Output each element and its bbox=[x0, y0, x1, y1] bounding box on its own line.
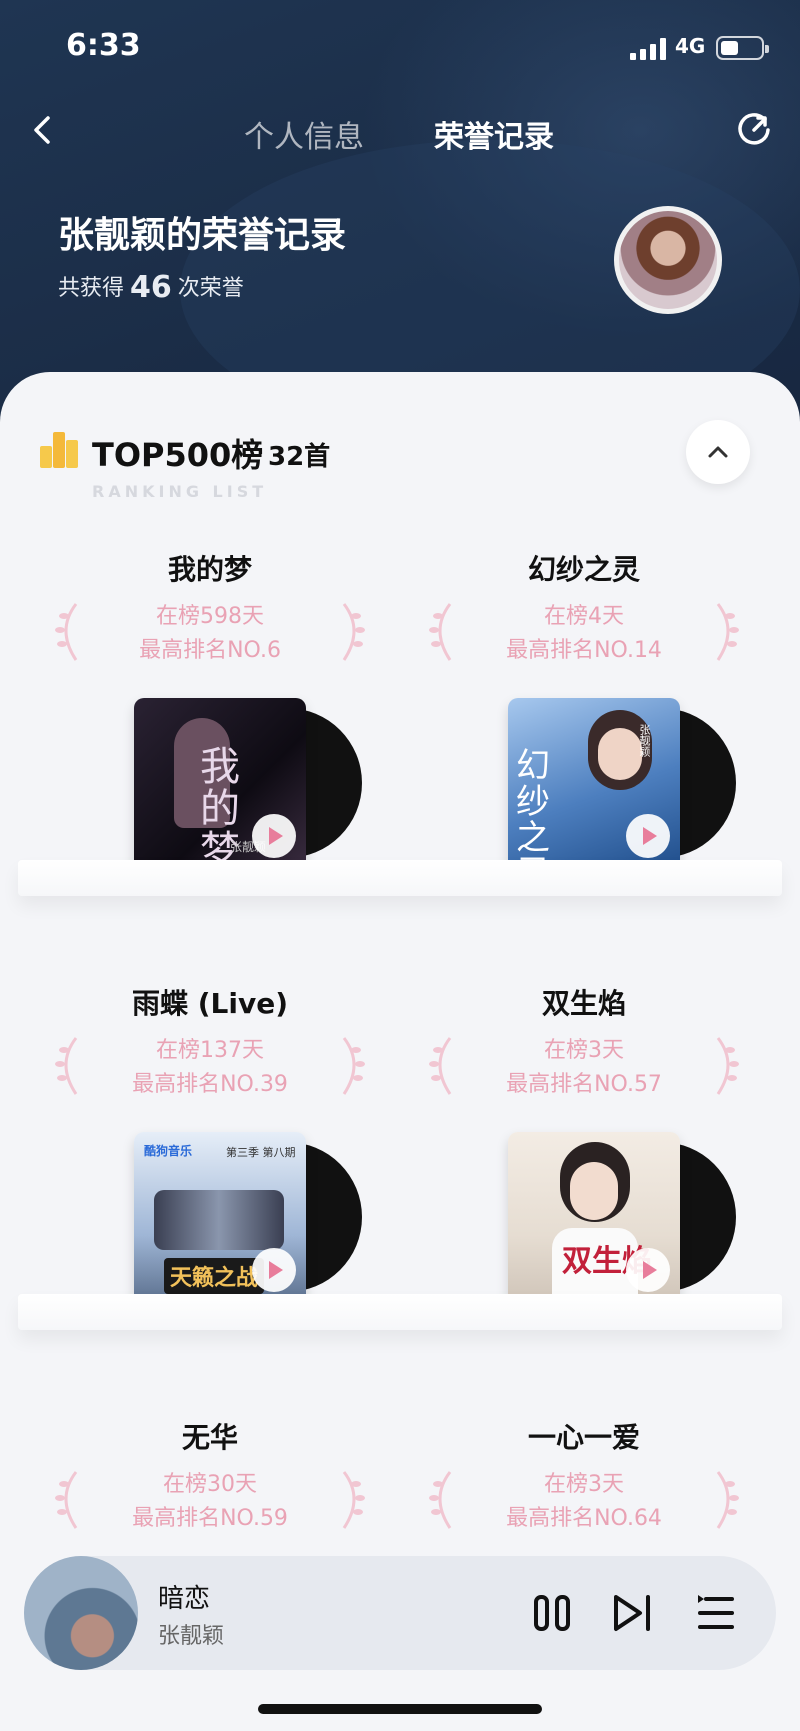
signal-icon bbox=[630, 38, 668, 60]
honor-count-suffix: 次荣誉 bbox=[177, 276, 244, 301]
section-count: 32首 bbox=[268, 442, 331, 472]
mini-player[interactable]: 暗恋 张靓颖 bbox=[24, 1556, 776, 1670]
cover-title: 天籁之战 bbox=[164, 1258, 265, 1294]
page-title: 张靓颖的荣誉记录 bbox=[58, 215, 347, 256]
album-cover[interactable]: 幻纱之灵 张靓颖 bbox=[508, 698, 736, 870]
section-subtitle: RANKING LIST bbox=[92, 482, 268, 501]
playlist-icon[interactable] bbox=[692, 1589, 740, 1637]
now-playing-artist: 张靓颖 bbox=[158, 1624, 225, 1649]
song-name: 我的梦 bbox=[167, 553, 252, 586]
cover-face bbox=[570, 1162, 618, 1220]
tab-personal-info[interactable]: 个人信息 bbox=[244, 112, 364, 156]
cover-logo: 酷狗音乐 bbox=[144, 1144, 193, 1158]
cover-subtitle: 第三季 第八期 bbox=[226, 1146, 296, 1159]
pause-icon[interactable] bbox=[528, 1589, 576, 1637]
album-cover[interactable]: 双生焰 bbox=[508, 1132, 736, 1304]
laurel-right-icon bbox=[716, 603, 739, 661]
status-bar: 6:33 4G bbox=[0, 28, 800, 68]
laurel-right-icon bbox=[342, 603, 365, 661]
honor-count-prefix: 共获得 bbox=[58, 276, 125, 301]
laurel-right-icon bbox=[716, 1471, 739, 1529]
album-cover[interactable]: 我的梦 张靓颖 bbox=[134, 698, 362, 870]
home-indicator[interactable] bbox=[258, 1704, 542, 1714]
now-playing-cover[interactable] bbox=[24, 1556, 138, 1670]
chevron-up-icon bbox=[708, 446, 728, 458]
tab-honor-record[interactable]: 荣誉记录 bbox=[434, 112, 554, 156]
status-time: 6:33 bbox=[66, 28, 141, 63]
battery-icon bbox=[716, 36, 769, 60]
laurel-right-icon bbox=[342, 1037, 365, 1095]
song-name: 幻纱之灵 bbox=[527, 553, 640, 586]
play-button[interactable] bbox=[252, 814, 296, 858]
now-playing-title: 暗恋 bbox=[158, 1584, 211, 1614]
podium-icon bbox=[40, 432, 80, 468]
section-header: TOP500榜 32首 RANKING LIST bbox=[40, 428, 760, 501]
honor-count-number: 46 bbox=[130, 270, 172, 305]
play-button[interactable] bbox=[626, 1248, 670, 1292]
song-name: 无华 bbox=[181, 1421, 238, 1454]
shelf bbox=[18, 860, 782, 896]
top-nav: 个人信息 荣誉记录 bbox=[0, 100, 800, 160]
cover-artist: 张靓颖 bbox=[638, 724, 651, 757]
network-type: 4G bbox=[675, 34, 706, 58]
song-name: 双生焰 bbox=[541, 987, 626, 1020]
collapse-button[interactable] bbox=[686, 420, 750, 484]
chevron-left-icon[interactable] bbox=[26, 112, 62, 148]
avatar[interactable] bbox=[614, 206, 722, 314]
song-name: 一心一爱 bbox=[527, 1421, 640, 1454]
honor-count: 共获得 46 次荣誉 bbox=[58, 268, 244, 305]
honor-header: 6:33 4G 个人信息 荣誉记录 张靓颖的荣誉记录 共获得 46 次荣誉 bbox=[0, 0, 800, 430]
cover-figure bbox=[154, 1190, 284, 1250]
next-icon[interactable] bbox=[608, 1589, 656, 1637]
play-button[interactable] bbox=[252, 1248, 296, 1292]
section-title: TOP500榜 bbox=[92, 436, 264, 474]
shelf bbox=[18, 1294, 782, 1330]
laurel-right-icon bbox=[716, 1037, 739, 1095]
song-name: 雨蝶 (Live) bbox=[131, 987, 289, 1020]
laurel-right-icon bbox=[342, 1471, 365, 1529]
album-cover[interactable]: 酷狗音乐 第三季 第八期 天籁之战 bbox=[134, 1132, 362, 1304]
play-button[interactable] bbox=[626, 814, 670, 858]
cover-title: 幻纱之灵 bbox=[516, 746, 550, 870]
refresh-icon[interactable] bbox=[734, 110, 774, 150]
